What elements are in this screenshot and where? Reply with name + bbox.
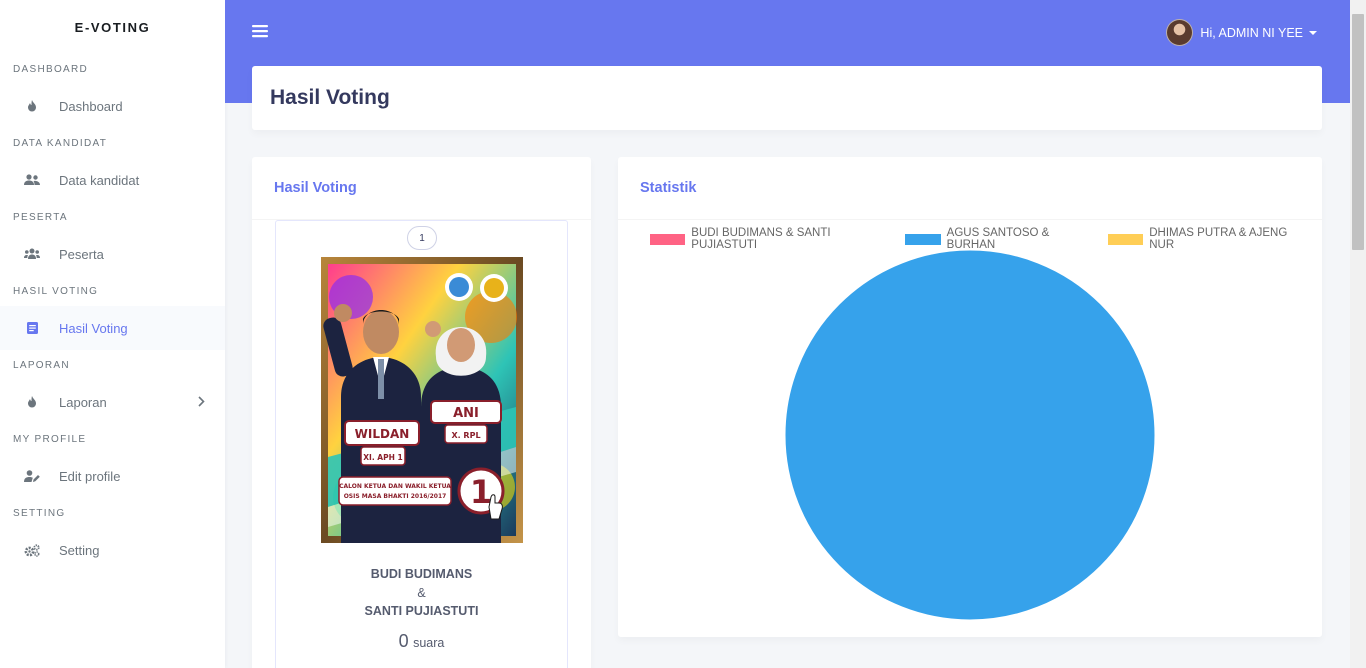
avatar	[1166, 19, 1194, 46]
sidebar-item-label: Laporan	[59, 394, 107, 410]
sidebar-item-data-kandidat[interactable]: Data kandidat	[0, 158, 225, 202]
poster-class-left: XI. APH 1	[363, 453, 402, 462]
candidate-number-badge: 1	[407, 226, 437, 250]
sidebar-item-label: Dashboard	[59, 98, 123, 114]
user-greeting: Hi, ADMIN NI YEE	[1200, 25, 1303, 40]
chevron-right-icon	[198, 395, 205, 410]
fire-icon	[24, 98, 40, 114]
page-scrollbar[interactable]	[1350, 0, 1366, 668]
sidebar: E-VOTING DASHBOARD Dashboard DATA KANDID…	[0, 0, 225, 668]
menu-header-setting: SETTING	[13, 508, 66, 519]
candidate-name-1: BUDI BUDIMANS	[370, 567, 473, 581]
pie-chart	[784, 249, 1156, 621]
results-card: Hasil Voting 1 ANI X. RPL WILDAN XI. APH…	[252, 157, 591, 668]
section-header: Hasil Voting	[252, 66, 1322, 130]
poster-number: 1	[470, 473, 492, 511]
menu-header-peserta: PESERTA	[13, 212, 68, 223]
candidate-poster-image: ANI X. RPL WILDAN XI. APH 1 CALON KETUA …	[321, 257, 523, 543]
poster-name-right: ANI	[453, 406, 479, 421]
poster-caption-line-1: CALON KETUA DAN WAKIL KETUA	[339, 483, 451, 490]
caret-down-icon	[1309, 30, 1317, 35]
hamburger-menu-icon[interactable]	[252, 23, 268, 39]
candidate-vote-count: 0 suara	[276, 631, 567, 652]
vote-count-unit: suara	[413, 636, 445, 650]
sidebar-item-peserta[interactable]: Peserta	[0, 232, 225, 276]
users-icon	[24, 172, 40, 188]
sidebar-item-setting[interactable]: Setting	[0, 528, 225, 572]
candidate-name: BUDI BUDIMANS & SANTI PUJIASTUTI	[276, 565, 567, 621]
statistics-card: Statistik BUDI BUDIMANS & SANTI PUJIASTU…	[618, 157, 1322, 637]
sidebar-menu: DASHBOARD Dashboard DATA KANDIDAT Data k…	[0, 54, 225, 572]
sidebar-item-edit-profile[interactable]: Edit profile	[0, 454, 225, 498]
results-card-title: Hasil Voting	[274, 180, 357, 196]
sidebar-item-label: Hasil Voting	[59, 320, 128, 336]
menu-header-hasil-voting: HASIL VOTING	[13, 286, 99, 297]
menu-header-my-profile: MY PROFILE	[13, 434, 87, 445]
results-card-header: Hasil Voting	[252, 157, 591, 220]
vote-count-number: 0	[398, 631, 409, 651]
cogs-icon	[24, 542, 40, 558]
candidate-card: 1 ANI X. RPL WILDAN XI. APH 1 CALON KETU…	[275, 220, 568, 668]
poster-caption-line-2: OSIS MASA BHAKTI 2016/2017	[344, 493, 447, 500]
scrollbar-thumb[interactable]	[1352, 14, 1364, 250]
menu-header-data-kandidat: DATA KANDIDAT	[13, 138, 108, 149]
sidebar-item-label: Data kandidat	[59, 172, 140, 188]
fire-icon	[24, 394, 40, 410]
sidebar-item-label: Edit profile	[59, 468, 121, 484]
document-icon	[24, 320, 40, 336]
user-edit-icon	[24, 468, 40, 484]
pie-slice[interactable]	[784, 249, 1156, 621]
candidate-name-2: SANTI PUJIASTUTI	[364, 604, 479, 618]
poster-class-right: X. RPL	[451, 431, 480, 440]
sidebar-item-hasil-voting[interactable]: Hasil Voting	[0, 306, 225, 350]
candidate-name-separator: &	[417, 585, 426, 600]
sidebar-item-label: Peserta	[59, 246, 104, 262]
sidebar-item-label: Setting	[59, 542, 100, 558]
menu-header-laporan: LAPORAN	[13, 360, 70, 371]
brand-logo[interactable]: E-VOTING	[0, 0, 225, 54]
sidebar-item-dashboard[interactable]: Dashboard	[0, 84, 225, 128]
page-title: Hasil Voting	[270, 86, 390, 109]
users-group-icon	[24, 246, 40, 262]
menu-header-dashboard: DASHBOARD	[13, 64, 89, 75]
poster-name-left: WILDAN	[355, 427, 410, 441]
user-dropdown[interactable]: Hi, ADMIN NI YEE	[1166, 19, 1317, 46]
sidebar-item-laporan[interactable]: Laporan	[0, 380, 225, 424]
